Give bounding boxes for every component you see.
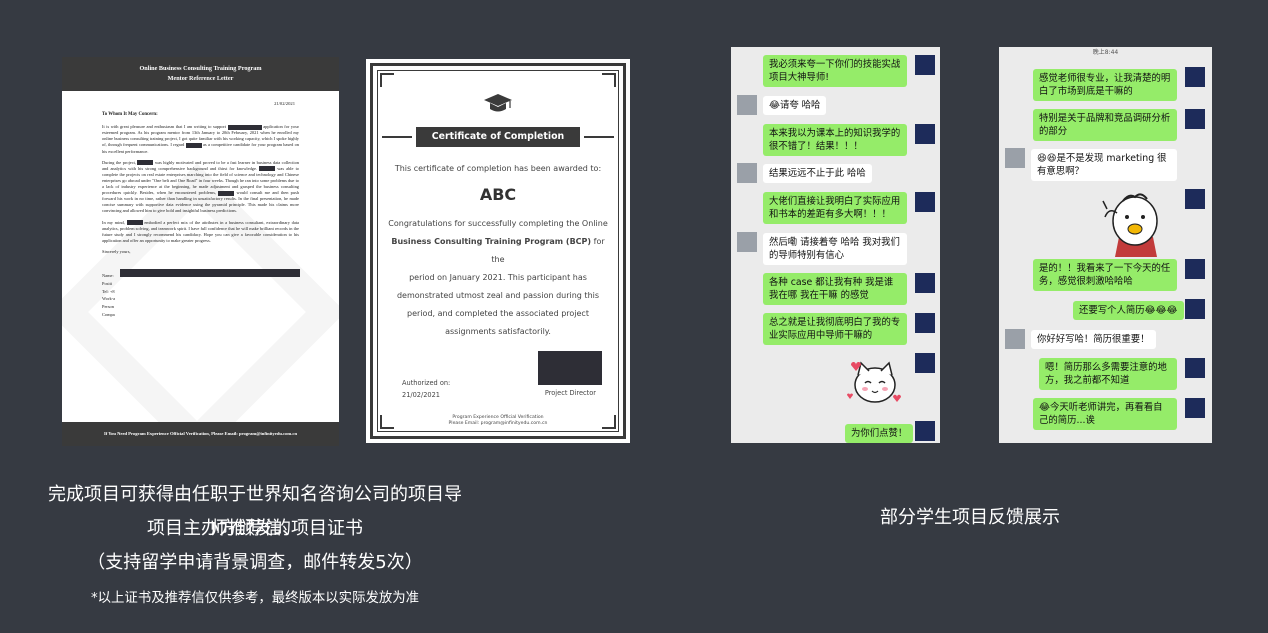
- message-bubble: 你好好写哈！简历很重要！: [1031, 330, 1156, 349]
- letter-title: Online Business Consulting Training Prog…: [139, 65, 262, 72]
- avatar: [1185, 299, 1205, 319]
- certificate-body: Congratulations for successfully complet…: [388, 215, 608, 341]
- body-line: assignments satisfactorily.: [445, 327, 551, 336]
- chat-screenshot-2: 晚上8:44 感觉老师很专业，让我清楚的明白了市场到底是干嘛的 特别是关于品牌和…: [999, 47, 1212, 443]
- message-bubble: 感觉老师很专业，让我清楚的明白了市场到底是干嘛的: [1033, 69, 1177, 101]
- avatar: [1005, 148, 1025, 168]
- message-bubble: 😂今天听老师讲完，再看看自己的简历...诶: [1033, 398, 1177, 430]
- body-line: period on January 2021. This participant…: [409, 273, 587, 282]
- avatar: [1185, 109, 1205, 129]
- text: During the project,: [102, 159, 137, 165]
- caption-right: 部分学生项目反馈展示: [880, 507, 1060, 528]
- text: It is with great pleasure and enthusiasm…: [102, 124, 227, 130]
- text: In my mind,: [102, 219, 125, 225]
- message-bubble: 😆😆是不是发现 marketing 很有意思啊？: [1031, 149, 1177, 181]
- cat-sticker-icon: [847, 361, 901, 403]
- corner-ornament: [380, 73, 394, 87]
- authorized-label: Authorized on:: [402, 379, 451, 387]
- message-bubble: 然后嘞 请接着夸 哈哈 我对我们的导师特别有信心: [763, 233, 907, 265]
- caption-line: （支持留学申请背景调查，邮件转发5次）: [87, 552, 423, 573]
- avatar: [915, 192, 935, 212]
- letter-paragraph: It is with great pleasure and enthusiasm…: [102, 124, 299, 154]
- redaction: [137, 160, 154, 166]
- awarded-text: This certificate of completion has been …: [394, 164, 602, 173]
- avatar: [737, 232, 757, 252]
- avatar: [915, 124, 935, 144]
- letter-body: 21/02/2021 To Whom It May Concern: It is…: [62, 101, 339, 320]
- redaction: [227, 124, 262, 130]
- body-line: demonstrated utmost zeal and passion dur…: [396, 291, 600, 300]
- director-label: Project Director: [544, 389, 596, 397]
- redaction: [185, 142, 202, 148]
- program-name: Business Consulting Training Program (BC…: [391, 237, 592, 246]
- redaction: [126, 219, 143, 225]
- egg-face-sticker-icon: [1102, 193, 1158, 257]
- authorized-block: Authorized on: 21/02/2021: [402, 377, 450, 401]
- redaction: [259, 166, 276, 172]
- avatar: [1185, 67, 1205, 87]
- letter-footer: If You Need Program Experience Official …: [62, 422, 339, 446]
- graduation-cap-icon: [484, 94, 512, 112]
- avatar: [737, 95, 757, 115]
- message-bubble: 结果远远不止于此 哈哈: [763, 164, 872, 183]
- avatar: [915, 273, 935, 293]
- avatar: [915, 55, 935, 75]
- avatar: [915, 421, 935, 441]
- message-bubble: 为你们点赞！: [845, 424, 914, 443]
- caption-note: *以上证书及推荐信仅供参考，最终版本以实际发放为准: [90, 591, 420, 606]
- letter-sign: Sincerely yours,: [102, 248, 131, 254]
- verification-note: Program Experience Official Verification…: [366, 415, 630, 427]
- field: Tel: +8: [102, 288, 115, 294]
- authorized-date: 21/02/2021: [402, 391, 441, 399]
- avatar: [1185, 358, 1205, 378]
- status-bar-time: 晚上8:44: [1092, 49, 1119, 56]
- reference-letter: Online Business Consulting Training Prog…: [62, 57, 339, 446]
- avatar: [1185, 189, 1205, 209]
- field: Positi: [102, 280, 113, 286]
- corner-ornament: [602, 73, 616, 87]
- message-bubble: 嗯！简历那么多需要注意的地方，我之前都不知道: [1039, 358, 1177, 390]
- letter-header: Online Business Consulting Training Prog…: [62, 57, 339, 91]
- letter-paragraph: During the project, was highly motivated…: [102, 160, 299, 215]
- avatar: [1185, 398, 1205, 418]
- verify-line: Please Email: program@infinityedu.com.cn: [448, 421, 548, 426]
- avatar: [1005, 329, 1025, 349]
- field: Person: [102, 304, 114, 310]
- message-bubble: 是的！！我看来了一下今天的任务，感觉很刺激哈哈哈: [1033, 259, 1177, 291]
- letter-greeting: To Whom It May Concern:: [102, 112, 158, 118]
- field: Work-a: [102, 296, 116, 302]
- chat-screenshot-1: 我必须来夸一下你们的技能实战项目大神导师! 😂请夸 哈哈 本来我以为课本上的知识…: [731, 47, 940, 443]
- message-bubble: 各种 case 都让我有种 我是谁 我在哪 我在干嘛 的感觉: [763, 273, 907, 305]
- message-bubble: 总之就是让我彻底明白了我的专业实际应用中导师干嘛的: [763, 313, 907, 345]
- letter-subtitle: Mentor Reference Letter: [167, 75, 234, 82]
- letter-paragraph: In my mind, embodied a perfect mix of th…: [102, 220, 299, 244]
- caption-line: 项目主办方颁发的项目证书: [147, 518, 363, 539]
- message-bubble: 我必须来夸一下你们的技能实战项目大神导师!: [763, 55, 907, 87]
- message-bubble: 还要写个人简历😂😂😂: [1073, 301, 1184, 320]
- body-line: Business Consulting Training Program (BC…: [388, 233, 608, 269]
- caption-line: 完成项目可获得由任职于世界知名咨询公司的项目导师推荐信、: [48, 484, 462, 539]
- caption-left: 完成项目可获得由任职于世界知名咨询公司的项目导师推荐信、 项目主办方颁发的项目证…: [40, 478, 470, 606]
- field: Compa: [102, 311, 115, 317]
- message-bubble: 本来我以为课本上的知识我学的很不错了！结果！！！: [763, 124, 907, 156]
- recipient-name: ABC: [479, 185, 517, 204]
- message-bubble: 大佬们直接让我明白了实际应用和书本的差距有多大啊！！！: [763, 192, 907, 224]
- body-line: Congratulations for successfully complet…: [388, 219, 608, 228]
- signature-redaction: [538, 351, 602, 385]
- message-bubble: 特别是关于品牌和竞品调研分析的部分: [1033, 109, 1177, 141]
- body-line: period, and completed the associated pro…: [407, 309, 589, 318]
- avatar: [1185, 259, 1205, 279]
- redaction: [218, 190, 235, 196]
- avatar: [737, 163, 757, 183]
- message-bubble: 😂请夸 哈哈: [763, 96, 827, 115]
- avatar: [915, 353, 935, 373]
- certificate-banner: Certificate of Completion: [382, 127, 614, 147]
- avatar: [915, 313, 935, 333]
- letter-date: 21/02/2021: [274, 101, 295, 106]
- certificate: Certificate of Completion This certifica…: [366, 59, 630, 443]
- letter-fields: Name: Positi Tel: +8 Work-a Person Compa: [102, 268, 300, 320]
- redaction-block: [120, 268, 300, 277]
